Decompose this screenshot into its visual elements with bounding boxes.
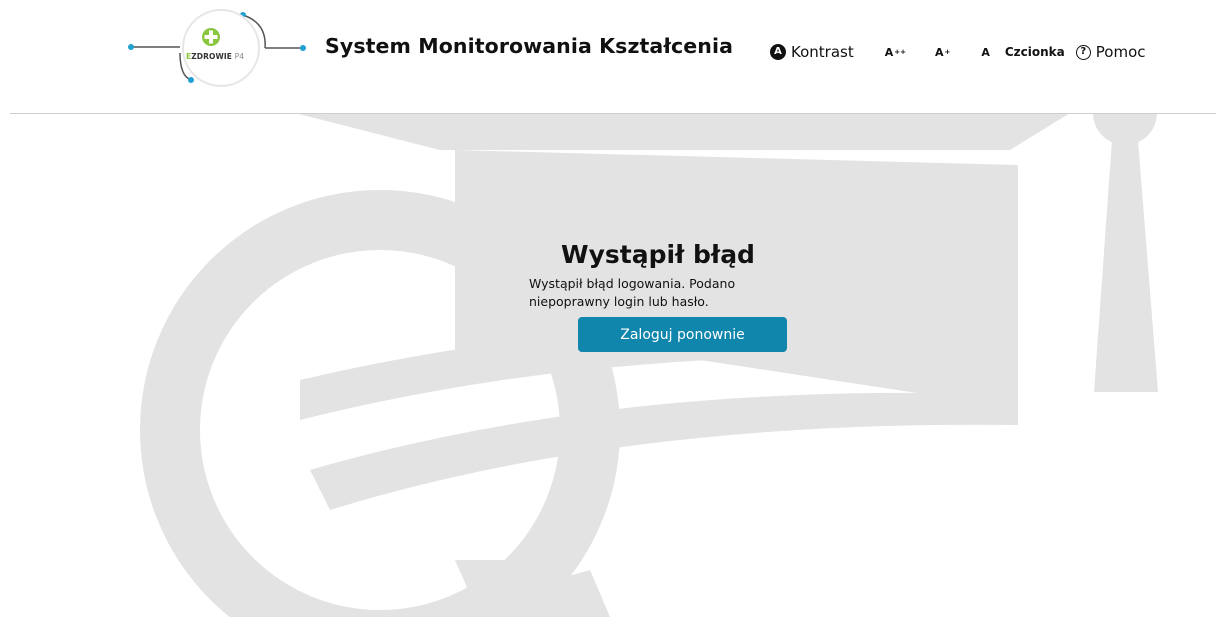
header: EZDROWIE P4 System Monitorowania Kształc… — [0, 0, 1216, 113]
font-size-normal-button[interactable]: A — [981, 46, 990, 59]
help-button[interactable]: ? Pomoc — [1075, 43, 1146, 61]
font-label: Czcionka — [1004, 45, 1065, 59]
font-medium-label: A — [934, 45, 944, 59]
app-title: System Monitorowania Kształcenia — [325, 34, 734, 58]
font-normal-label: A — [981, 45, 990, 59]
contrast-label: Kontrast — [791, 43, 854, 61]
font-large-sup: ++ — [894, 48, 906, 56]
font-size-medium-button[interactable]: A + — [935, 46, 950, 59]
font-size-large-button[interactable]: A ++ — [885, 46, 906, 59]
help-label: Pomoc — [1095, 43, 1146, 61]
contrast-button[interactable]: A Kontrast — [770, 43, 854, 61]
help-icon: ? — [1075, 44, 1091, 60]
font-medium-sup: + — [944, 48, 951, 56]
error-title: Wystąpił błąd — [561, 240, 755, 269]
font-large-label: A — [884, 45, 894, 59]
contrast-icon: A — [770, 44, 786, 60]
logo-text: EZDROWIE P4 — [186, 52, 244, 61]
logo-text-suffix: P4 — [234, 52, 245, 61]
accessibility-toolbar: A Kontrast A ++ A + A Czcionka ? Pomoc — [770, 40, 1146, 64]
error-message: Wystąpił błąd logowania. Podano niepopra… — [529, 276, 736, 309]
logo-text-main: ZDROWIE — [191, 52, 232, 61]
header-divider — [10, 113, 1216, 114]
login-again-button[interactable]: Zaloguj ponownie — [578, 317, 787, 352]
page: EZDROWIE P4 System Monitorowania Kształc… — [0, 0, 1216, 617]
